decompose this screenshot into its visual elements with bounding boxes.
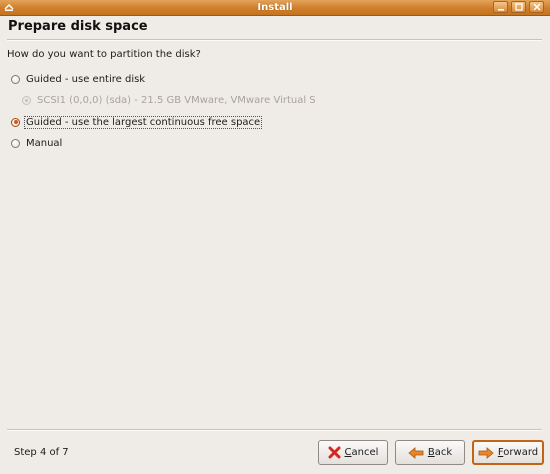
forward-button[interactable]: Forward bbox=[472, 440, 544, 465]
header-divider bbox=[7, 39, 542, 41]
option-label[interactable]: Guided - use the largest continuous free… bbox=[23, 115, 263, 129]
partition-question: How do you want to partition the disk? bbox=[7, 49, 201, 60]
option-guided-largest-free[interactable]: Guided - use the largest continuous free… bbox=[11, 115, 263, 129]
option-disk-sda: SCSI1 (0,0,0) (sda) - 21.5 GB VMware, VM… bbox=[22, 93, 316, 107]
radio-guided-largest-free[interactable] bbox=[11, 117, 20, 127]
arrow-right-icon bbox=[478, 446, 494, 459]
back-button[interactable]: Back bbox=[395, 440, 465, 465]
radio-manual[interactable] bbox=[11, 138, 20, 148]
cancel-button[interactable]: Cancel bbox=[318, 440, 388, 465]
cancel-label: Cancel bbox=[344, 447, 379, 458]
close-button[interactable] bbox=[529, 1, 544, 13]
cancel-icon bbox=[328, 446, 341, 459]
option-label: SCSI1 (0,0,0) (sda) - 21.5 GB VMware, VM… bbox=[37, 94, 316, 106]
option-guided-entire-disk[interactable]: Guided - use entire disk bbox=[11, 72, 145, 86]
back-label: Back bbox=[427, 447, 453, 458]
minimize-button[interactable] bbox=[493, 1, 508, 13]
radio-disk-sda bbox=[22, 95, 31, 105]
window-titlebar[interactable]: Install bbox=[0, 0, 550, 16]
page-title: Prepare disk space bbox=[8, 19, 148, 34]
radio-guided-entire-disk[interactable] bbox=[11, 74, 20, 84]
footer-divider bbox=[7, 429, 542, 431]
maximize-button[interactable] bbox=[511, 1, 526, 13]
option-label[interactable]: Guided - use entire disk bbox=[26, 74, 145, 85]
forward-label: Forward bbox=[497, 447, 539, 458]
option-manual[interactable]: Manual bbox=[11, 136, 62, 150]
option-label[interactable]: Manual bbox=[26, 138, 62, 149]
arrow-left-icon bbox=[408, 446, 424, 459]
step-indicator: Step 4 of 7 bbox=[14, 447, 69, 458]
window-title: Install bbox=[257, 2, 293, 13]
